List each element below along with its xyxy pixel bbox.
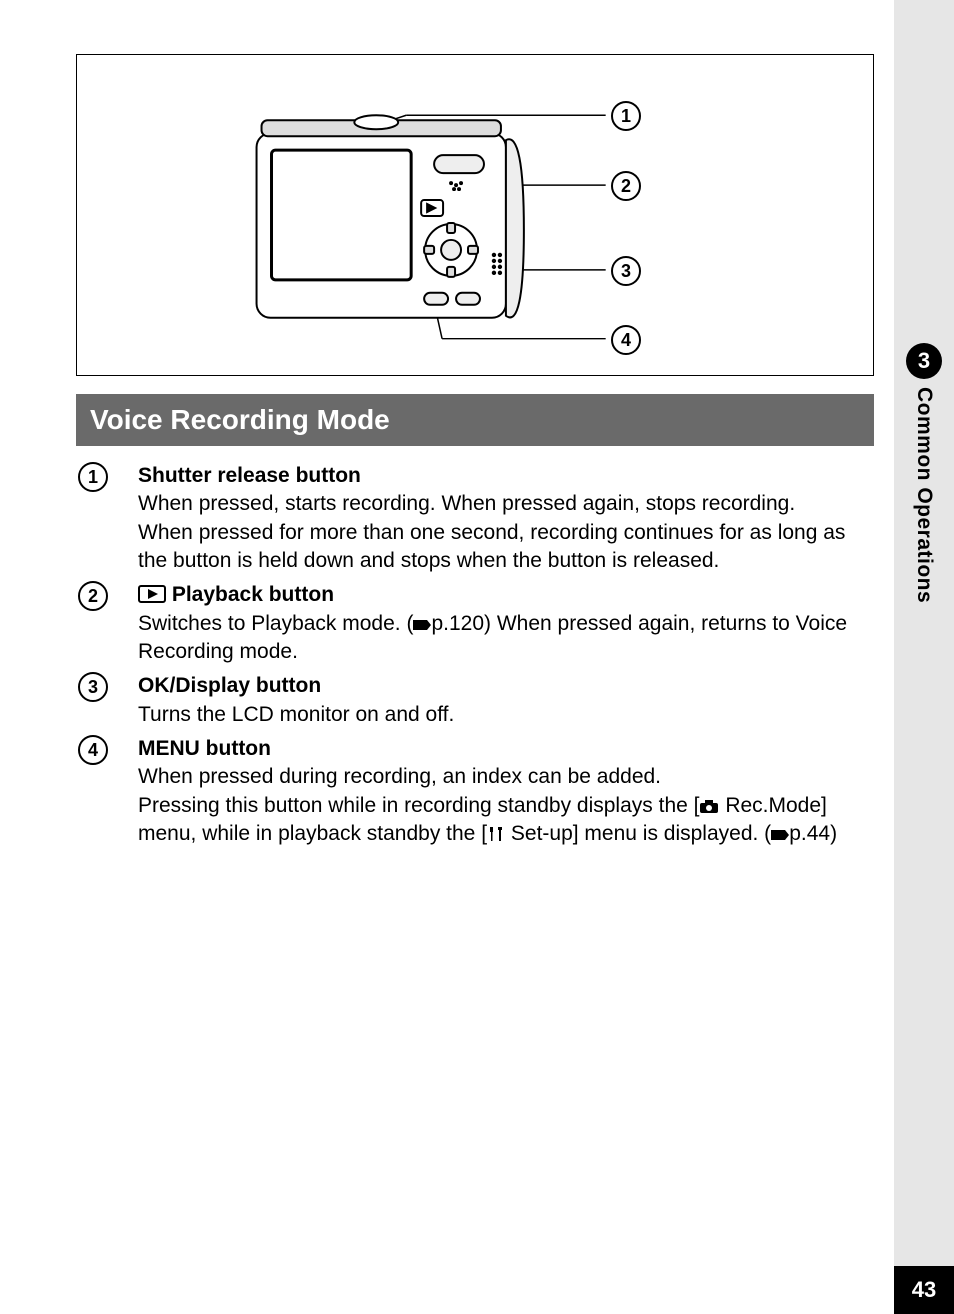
playback-icon [138, 585, 166, 603]
callout-1: 1 [611, 101, 641, 131]
circled-number: 2 [78, 581, 108, 611]
item-1-text-a: When pressed, starts recording. When pre… [138, 492, 795, 515]
circled-number: 1 [78, 462, 108, 492]
reference-icon [413, 618, 431, 632]
item-1-text-b: When pressed for more than one second, r… [138, 521, 845, 572]
item-3-title: OK/Display button [138, 674, 321, 697]
item-4-number: 4 [76, 735, 138, 848]
chapter-number-badge: 3 [906, 343, 942, 379]
reference-icon [771, 828, 789, 842]
page: 3 Common Operations 43 [0, 0, 954, 1314]
item-2-ref: p.120 [431, 612, 484, 635]
item-4-text-b-pre: Pressing this button while in recording … [138, 794, 699, 817]
side-tab-inner: 3 Common Operations [894, 343, 954, 603]
item-3-text: Turns the LCD monitor on and off. [138, 703, 454, 726]
item-4-title: MENU button [138, 737, 271, 760]
item-1-body: Shutter release button When pressed, sta… [138, 462, 874, 575]
chapter-title: Common Operations [912, 387, 936, 603]
page-number: 43 [894, 1266, 954, 1314]
camera-icon [699, 799, 719, 814]
item-2-text-pre: Switches to Playback mode. ( [138, 612, 413, 635]
item-4: 4 MENU button When pressed during record… [76, 735, 874, 848]
content-area: 1 2 3 4 Voice Recording Mode 1 Shutter r… [76, 54, 874, 854]
side-tab: 3 Common Operations 43 [894, 0, 954, 1314]
item-2-title-text: Playback button [166, 583, 334, 606]
item-2: 2 Playback button Switches to Playback m… [76, 581, 874, 666]
circled-number: 4 [78, 735, 108, 765]
item-2-title: Playback button [138, 583, 334, 606]
circled-number: 3 [78, 672, 108, 702]
item-2-number: 2 [76, 581, 138, 666]
item-2-body: Playback button Switches to Playback mod… [138, 581, 874, 666]
item-4-ref: p.44 [789, 822, 830, 845]
item-4-body: MENU button When pressed during recordin… [138, 735, 874, 848]
item-3-number: 3 [76, 672, 138, 729]
item-1-number: 1 [76, 462, 138, 575]
item-4-text-a: When pressed during recording, an index … [138, 765, 661, 788]
item-4-text-b-end-pre: Set-up] menu is displayed. ( [505, 822, 771, 845]
callout-2: 2 [611, 171, 641, 201]
callout-4: 4 [611, 325, 641, 355]
camera-diagram: 1 2 3 4 [76, 54, 874, 376]
item-3: 3 OK/Display button Turns the LCD monito… [76, 672, 874, 729]
item-1: 1 Shutter release button When pressed, s… [76, 462, 874, 575]
camera-illustration [77, 55, 873, 375]
tools-icon [487, 826, 505, 842]
section-title: Voice Recording Mode [76, 394, 874, 446]
item-1-title: Shutter release button [138, 464, 361, 487]
item-3-body: OK/Display button Turns the LCD monitor … [138, 672, 874, 729]
callout-3: 3 [611, 256, 641, 286]
item-4-text-b-post: ) [830, 822, 837, 845]
